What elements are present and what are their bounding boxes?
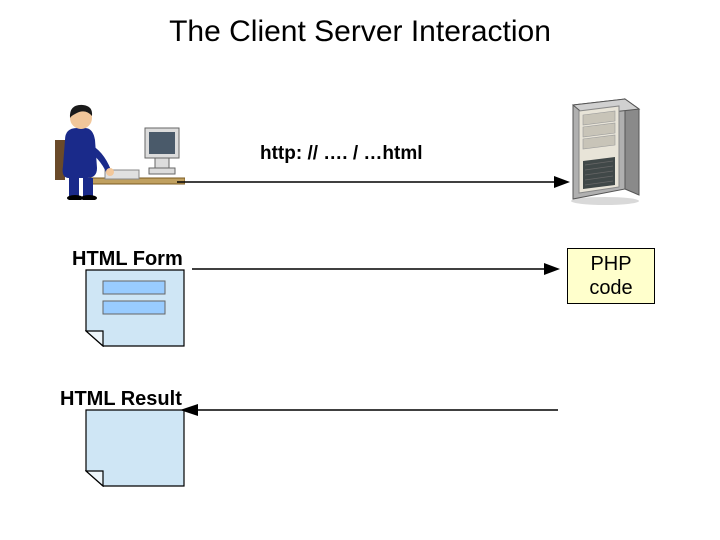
slide-title: The Client Server Interaction bbox=[0, 15, 720, 49]
http-request-label: http: // …. / …html bbox=[260, 143, 423, 165]
html-form-document-icon bbox=[85, 269, 185, 347]
php-code-box: PHP code bbox=[567, 248, 655, 304]
arrow-client-to-server-icon bbox=[175, 172, 570, 192]
client-person-at-computer-icon bbox=[55, 100, 185, 200]
arrow-server-to-result-icon bbox=[180, 400, 560, 420]
html-result-label: HTML Result bbox=[60, 388, 182, 411]
php-line-1: PHP bbox=[590, 252, 631, 276]
html-result-document-icon bbox=[85, 409, 185, 487]
html-form-label: HTML Form bbox=[72, 248, 183, 271]
php-line-2: code bbox=[589, 276, 632, 300]
arrow-form-to-server-icon bbox=[190, 259, 560, 279]
